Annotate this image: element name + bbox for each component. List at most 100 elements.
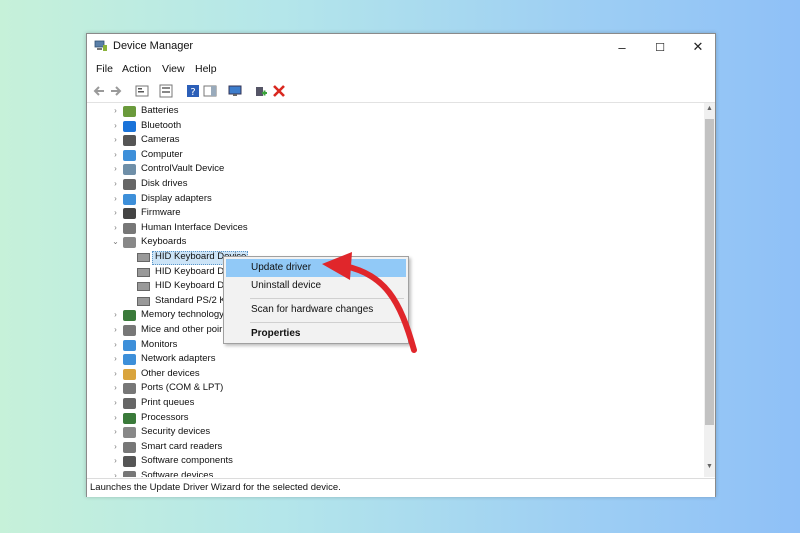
tree-item-label: Memory technology (141, 309, 224, 321)
tree-item-keyboards[interactable]: ⌄ Keyboards (111, 236, 411, 250)
uninstall-icon[interactable] (272, 84, 286, 98)
show-hidden-icon[interactable] (159, 84, 173, 98)
disk-drive-icon (123, 179, 136, 190)
chevron-right-icon[interactable]: › (111, 471, 120, 477)
keyboard-device-label: HID Keyboard De (155, 265, 230, 277)
menu-item-uninstall-device[interactable]: Uninstall device (226, 277, 406, 295)
tree-item-ports-com-lpt-[interactable]: › Ports (COM & LPT) (111, 382, 411, 396)
port-icon (123, 383, 136, 395)
tree-item-computer[interactable]: › Computer (111, 149, 411, 163)
printer-icon (123, 398, 136, 409)
title-bar: Device Manager – ☐ ✕ (87, 34, 715, 60)
window-title: Device Manager (113, 40, 194, 52)
tree-item-firmware[interactable]: › Firmware (111, 207, 411, 221)
tree-item-label: Bluetooth (141, 119, 182, 131)
tree-item-label: Network adapters (141, 353, 216, 365)
tree-item-human-interface-devices[interactable]: › Human Interface Devices (111, 222, 411, 236)
chevron-right-icon[interactable]: › (111, 456, 120, 465)
chevron-right-icon[interactable]: › (111, 135, 120, 144)
keyboard-device-label: Standard PS/2 Ke (155, 294, 232, 306)
minimize-button[interactable]: – (603, 34, 641, 60)
back-arrow-icon[interactable] (92, 84, 106, 98)
tree-item-security-devices[interactable]: › Security devices (111, 426, 411, 440)
chevron-right-icon[interactable]: › (111, 398, 120, 407)
software-components-icon (123, 456, 136, 468)
controlvault-icon (123, 164, 136, 176)
menu-item-properties[interactable]: Properties (226, 325, 406, 343)
close-button[interactable]: ✕ (679, 34, 717, 60)
tree-item-bluetooth[interactable]: › Bluetooth (111, 120, 411, 134)
chevron-right-icon[interactable]: › (111, 340, 120, 349)
tree-item-other-devices[interactable]: › Other devices (111, 368, 411, 382)
scroll-down-icon[interactable]: ▼ (704, 463, 715, 475)
chevron-right-icon[interactable]: › (111, 223, 120, 232)
tree-item-software-components[interactable]: › Software components (111, 455, 411, 469)
keyboard-icon (137, 267, 150, 277)
chevron-right-icon[interactable]: › (111, 179, 120, 188)
tree-item-display-adapters[interactable]: › Display adapters (111, 193, 411, 207)
update-driver-icon[interactable] (254, 84, 268, 98)
menu-item-scan-hardware[interactable]: Scan for hardware changes (226, 301, 406, 319)
chevron-down-icon[interactable]: ⌄ (111, 237, 120, 246)
tree-item-network-adapters[interactable]: › Network adapters (111, 353, 411, 367)
status-bar: Launches the Update Driver Wizard for th… (87, 478, 715, 497)
scroll-thumb[interactable] (705, 119, 714, 425)
tree-item-software-devices[interactable]: › Software devices (111, 470, 411, 477)
tree-item-label: Mice and other poir (141, 324, 223, 335)
properties-icon[interactable] (135, 84, 149, 98)
forward-arrow-icon[interactable] (109, 84, 123, 98)
chevron-right-icon[interactable]: › (111, 413, 120, 422)
tree-item-label: Computer (141, 148, 183, 160)
properties-label: Properties (251, 328, 301, 339)
action-pane-icon[interactable] (203, 84, 217, 98)
chevron-right-icon[interactable]: › (111, 121, 120, 130)
chevron-right-icon[interactable]: › (111, 427, 120, 436)
tree-item-smart-card-readers[interactable]: › Smart card readers (111, 441, 411, 455)
menu-view[interactable]: View (162, 63, 185, 75)
help-icon[interactable]: ? (186, 84, 200, 98)
monitor-icon[interactable] (228, 84, 242, 98)
chevron-right-icon[interactable]: › (111, 325, 120, 334)
tree-item-batteries[interactable]: › Batteries (111, 105, 411, 119)
maximize-button[interactable]: ☐ (641, 34, 679, 60)
tree-item-label: Security devices (141, 426, 211, 438)
tree-item-label: Monitors (141, 338, 178, 350)
svg-text:?: ? (190, 87, 195, 98)
monitor-icon (123, 339, 136, 351)
tree-item-cameras[interactable]: › Cameras (111, 134, 411, 148)
tree-item-label: Display adapters (141, 192, 212, 204)
chevron-right-icon[interactable]: › (111, 194, 120, 203)
tree-item-label: Software devices (141, 470, 214, 477)
chevron-right-icon[interactable]: › (111, 106, 120, 115)
tree-item-label: Batteries (141, 105, 179, 116)
keyboard-icon (137, 296, 150, 306)
mouse-icon (123, 325, 136, 336)
chevron-right-icon[interactable]: › (111, 383, 120, 392)
bluetooth-icon (123, 120, 136, 132)
tree-item-processors[interactable]: › Processors (111, 412, 411, 426)
tree-item-print-queues[interactable]: › Print queues (111, 397, 411, 411)
menu-help[interactable]: Help (195, 63, 217, 75)
keyboard-device-label: HID Keyboard De (155, 280, 230, 292)
keyboard-icon (137, 282, 150, 292)
vertical-scrollbar[interactable]: ▲ ▼ (704, 103, 715, 477)
tree-item-label: ControlVault Device (141, 163, 225, 175)
menu-action[interactable]: Action (122, 63, 151, 75)
menu-file[interactable]: File (96, 63, 113, 75)
chevron-right-icon[interactable]: › (111, 369, 120, 378)
chevron-right-icon[interactable]: › (111, 354, 120, 363)
scroll-up-icon[interactable]: ▲ (704, 105, 715, 117)
chevron-right-icon[interactable]: › (111, 208, 120, 217)
chevron-right-icon[interactable]: › (111, 164, 120, 173)
menu-item-update-driver[interactable]: Update driver (226, 259, 406, 277)
tree-item-label: Other devices (141, 367, 200, 379)
chevron-right-icon[interactable]: › (111, 150, 120, 159)
tree-item-disk-drives[interactable]: › Disk drives (111, 178, 411, 192)
chevron-right-icon[interactable]: › (111, 310, 120, 319)
security-icon (123, 427, 136, 439)
tree-item-label: Human Interface Devices (141, 221, 248, 233)
menu-separator (250, 298, 404, 299)
chevron-right-icon[interactable]: › (111, 442, 120, 451)
camera-icon (123, 135, 136, 147)
tree-item-controlvault-device[interactable]: › ControlVault Device (111, 163, 411, 177)
